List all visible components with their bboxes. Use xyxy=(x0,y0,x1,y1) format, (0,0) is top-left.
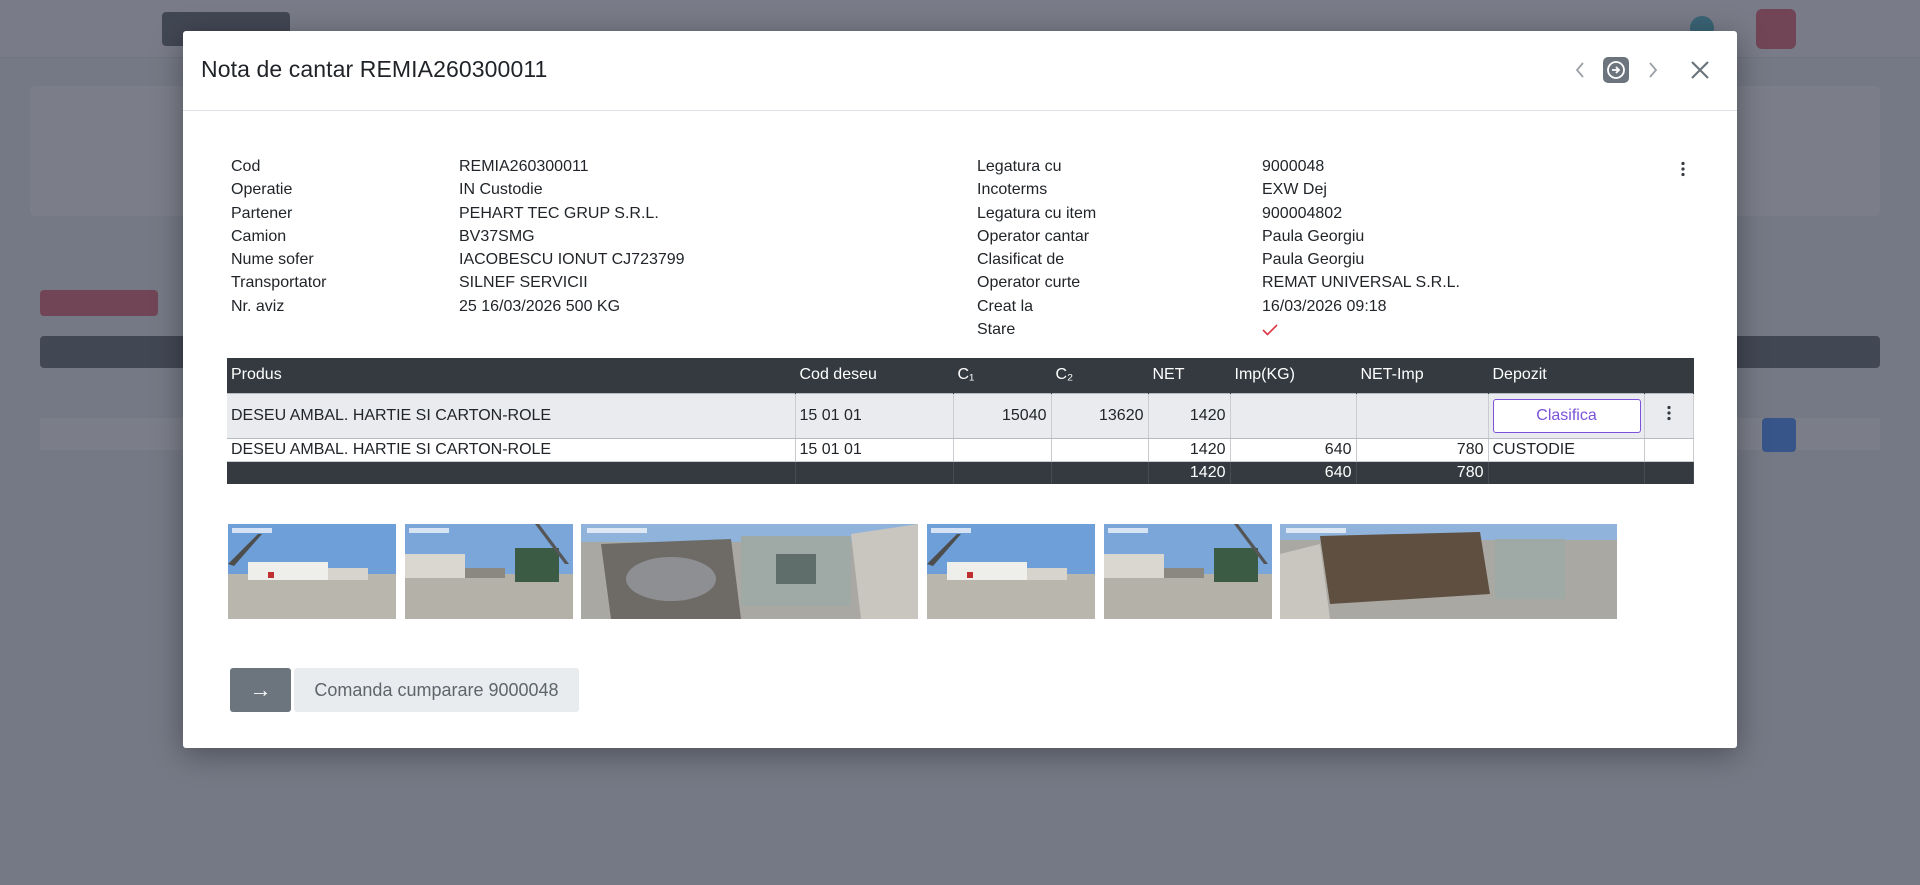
info-label: Operator cantar xyxy=(977,227,1090,245)
close-icon[interactable] xyxy=(1683,55,1717,85)
cell-depozit: CUSTODIE xyxy=(1488,438,1645,462)
info-value: REMIA260300011 xyxy=(459,158,589,175)
cell-net-imp xyxy=(1356,392,1489,439)
info-left-values: REMIA260300011 IN Custodie PEHART TEC GR… xyxy=(459,155,685,318)
info-value: SILNEF SERVICII xyxy=(459,274,588,292)
total-cell xyxy=(953,461,1052,484)
camera-photo[interactable] xyxy=(228,524,396,619)
total-cell xyxy=(1051,461,1149,484)
column-header: Cod deseu xyxy=(795,358,954,393)
info-value: 900004802 xyxy=(1262,204,1343,222)
table-row: DESEU AMBAL. HARTIE SI CARTON-ROLE 15 01… xyxy=(227,438,1694,462)
modal-header: Nota de cantar REMIA260300011 xyxy=(183,31,1737,111)
modal-title: Nota de cantar REMIA260300011 xyxy=(201,56,548,82)
info-value: BV37SMG xyxy=(459,227,535,245)
column-header: Produs xyxy=(227,358,796,393)
arrow-right-button[interactable]: → xyxy=(230,668,291,712)
info-label: Operator curte xyxy=(977,274,1081,292)
info-value: Paula Georgiu xyxy=(1262,251,1365,269)
total-cell xyxy=(1644,461,1694,484)
weighing-note-modal: Nota de cantar REMIA260300011 Cod Operat… xyxy=(183,31,1737,748)
info-value: 9000048 xyxy=(1262,158,1325,175)
next-icon[interactable] xyxy=(1641,55,1665,85)
table-total-row: 1420 640 780 xyxy=(227,461,1694,484)
info-value: IN Custodie xyxy=(459,181,543,199)
info-label: Transportator xyxy=(231,274,327,292)
total-cell xyxy=(227,461,796,484)
cell-net: 1420 xyxy=(1148,392,1231,439)
info-value: 16/03/2026 09:18 xyxy=(1262,297,1387,315)
info-value: Paula Georgiu xyxy=(1262,227,1365,245)
more-options-icon[interactable] xyxy=(1673,156,1693,182)
cell-c1: 15040 xyxy=(953,392,1052,439)
cell-depozit: Clasifica xyxy=(1488,392,1645,439)
cell-c2 xyxy=(1051,438,1149,462)
info-label: Clasificat de xyxy=(977,251,1065,269)
info-value: IACOBESCU IONUT CJ723799 xyxy=(459,251,685,269)
checkmark-icon xyxy=(1262,324,1278,336)
info-value: REMAT UNIVERSAL S.R.L. xyxy=(1262,274,1460,292)
column-header xyxy=(1644,358,1694,393)
purchase-order-button[interactable]: Comanda cumparare 9000048 xyxy=(294,668,579,712)
info-right-labels: Legatura cu Incoterms Legatura cu item O… xyxy=(977,155,1096,341)
cell-produs: DESEU AMBAL. HARTIE SI CARTON-ROLE xyxy=(227,392,796,439)
info-left-labels: Cod Operatie Partener Camion Nume sofer … xyxy=(231,155,326,318)
products-table: Produs Cod deseu C₁ C₂ NET Imp(KG) NET-I… xyxy=(227,358,1694,484)
camera-photo[interactable] xyxy=(1104,524,1272,619)
total-net-imp: 780 xyxy=(1356,461,1489,484)
cell-net: 1420 xyxy=(1148,438,1231,462)
cell-net-imp: 780 xyxy=(1356,438,1489,462)
camera-photo[interactable] xyxy=(927,524,1095,619)
row-more-options-icon[interactable] xyxy=(1644,392,1694,439)
column-header: NET-Imp xyxy=(1356,358,1489,393)
info-value: EXW Dej xyxy=(1262,181,1327,199)
info-label: Operatie xyxy=(231,181,293,199)
table-header-row: Produs Cod deseu C₁ C₂ NET Imp(KG) NET-I… xyxy=(227,358,1694,393)
info-value: PEHART TEC GRUP S.R.L. xyxy=(459,204,659,222)
info-label: Partener xyxy=(231,204,293,222)
previous-icon[interactable] xyxy=(1568,55,1592,85)
cell-cod-deseu: 15 01 01 xyxy=(795,392,954,439)
info-value: 25 16/03/2026 500 KG xyxy=(459,297,621,315)
total-imp: 640 xyxy=(1230,461,1357,484)
column-header: C₂ xyxy=(1051,358,1149,393)
info-label: Creat la xyxy=(977,297,1034,315)
total-net: 1420 xyxy=(1148,461,1231,484)
column-header: NET xyxy=(1148,358,1231,393)
camera-photo[interactable] xyxy=(581,524,918,619)
info-label: Legatura cu xyxy=(977,158,1062,175)
info-label: Nr. aviz xyxy=(231,297,285,315)
clasifica-button[interactable]: Clasifica xyxy=(1492,398,1641,433)
cell-cod-deseu: 15 01 01 xyxy=(795,438,954,462)
cell-c1 xyxy=(953,438,1052,462)
info-label: Stare xyxy=(977,321,1016,339)
stare-status xyxy=(1262,318,1460,341)
column-header: Imp(KG) xyxy=(1230,358,1357,393)
info-right-values: 9000048 EXW Dej 900004802 Paula Georgiu … xyxy=(1262,155,1460,341)
info-label: Nume sofer xyxy=(231,251,314,269)
cell-imp xyxy=(1230,392,1357,439)
table-row[interactable]: DESEU AMBAL. HARTIE SI CARTON-ROLE 15 01… xyxy=(227,392,1694,439)
go-to-document-icon[interactable] xyxy=(1601,55,1631,85)
cell-produs: DESEU AMBAL. HARTIE SI CARTON-ROLE xyxy=(227,438,796,462)
cell-c2: 13620 xyxy=(1051,392,1149,439)
column-header: C₁ xyxy=(953,358,1052,393)
info-label: Incoterms xyxy=(977,181,1048,199)
camera-photo[interactable] xyxy=(1280,524,1617,619)
total-cell xyxy=(795,461,954,484)
cell-empty xyxy=(1644,438,1694,462)
total-cell xyxy=(1488,461,1645,484)
column-header: Depozit xyxy=(1488,358,1645,393)
info-label: Camion xyxy=(231,227,287,245)
camera-photo[interactable] xyxy=(405,524,573,619)
cell-imp: 640 xyxy=(1230,438,1357,462)
info-label: Legatura cu item xyxy=(977,204,1097,222)
info-label: Cod xyxy=(231,158,261,175)
